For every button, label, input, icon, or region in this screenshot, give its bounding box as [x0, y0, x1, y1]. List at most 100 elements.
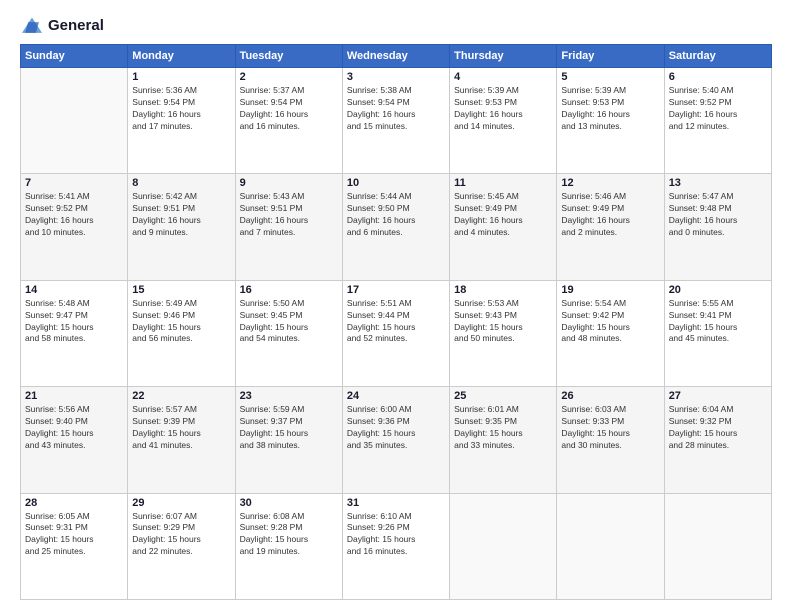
day-info: Sunrise: 5:45 AM Sunset: 9:49 PM Dayligh…: [454, 191, 552, 239]
calendar-cell: 28 Sunrise: 6:05 AM Sunset: 9:31 PM Dayli…: [21, 493, 128, 599]
day-number: 22: [132, 390, 230, 402]
day-info: Sunrise: 5:38 AM Sunset: 9:54 PM Dayligh…: [347, 85, 445, 133]
day-info: Sunrise: 6:05 AM Sunset: 9:31 PM Dayligh…: [25, 511, 123, 559]
day-info: Sunrise: 5:48 AM Sunset: 9:47 PM Dayligh…: [25, 298, 123, 346]
day-number: 26: [561, 390, 659, 402]
day-info: Sunrise: 6:07 AM Sunset: 9:29 PM Dayligh…: [132, 511, 230, 559]
day-info: Sunrise: 6:01 AM Sunset: 9:35 PM Dayligh…: [454, 404, 552, 452]
day-info: Sunrise: 6:03 AM Sunset: 9:33 PM Dayligh…: [561, 404, 659, 452]
day-info: Sunrise: 5:46 AM Sunset: 9:49 PM Dayligh…: [561, 191, 659, 239]
day-number: 18: [454, 284, 552, 296]
calendar-cell: 4 Sunrise: 5:39 AM Sunset: 9:53 PM Daylig…: [450, 68, 557, 174]
day-number: 5: [561, 71, 659, 83]
day-info: Sunrise: 6:10 AM Sunset: 9:26 PM Dayligh…: [347, 511, 445, 559]
calendar-cell: 12 Sunrise: 5:46 AM Sunset: 9:49 PM Dayli…: [557, 174, 664, 280]
day-info: Sunrise: 5:39 AM Sunset: 9:53 PM Dayligh…: [454, 85, 552, 133]
day-number: 13: [669, 177, 767, 189]
calendar-week-row: 28 Sunrise: 6:05 AM Sunset: 9:31 PM Dayli…: [21, 493, 772, 599]
day-number: 10: [347, 177, 445, 189]
day-info: Sunrise: 6:00 AM Sunset: 9:36 PM Dayligh…: [347, 404, 445, 452]
calendar-cell: 18 Sunrise: 5:53 AM Sunset: 9:43 PM Dayli…: [450, 280, 557, 386]
calendar-cell: 27 Sunrise: 6:04 AM Sunset: 9:32 PM Dayli…: [664, 387, 771, 493]
day-number: 28: [25, 497, 123, 509]
day-info: Sunrise: 5:47 AM Sunset: 9:48 PM Dayligh…: [669, 191, 767, 239]
calendar-cell: 30 Sunrise: 6:08 AM Sunset: 9:28 PM Dayli…: [235, 493, 342, 599]
weekday-header: Friday: [557, 45, 664, 68]
day-number: 25: [454, 390, 552, 402]
day-info: Sunrise: 5:56 AM Sunset: 9:40 PM Dayligh…: [25, 404, 123, 452]
calendar-cell: 21 Sunrise: 5:56 AM Sunset: 9:40 PM Dayli…: [21, 387, 128, 493]
calendar-cell: [21, 68, 128, 174]
calendar-cell: 22 Sunrise: 5:57 AM Sunset: 9:39 PM Dayli…: [128, 387, 235, 493]
calendar-header: SundayMondayTuesdayWednesdayThursdayFrid…: [21, 45, 772, 68]
day-number: 8: [132, 177, 230, 189]
day-number: 21: [25, 390, 123, 402]
day-info: Sunrise: 5:54 AM Sunset: 9:42 PM Dayligh…: [561, 298, 659, 346]
day-info: Sunrise: 5:40 AM Sunset: 9:52 PM Dayligh…: [669, 85, 767, 133]
calendar-cell: 16Sunrise: 5:50 AM Sunset: 9:45 PM Dayli…: [235, 280, 342, 386]
calendar-table: SundayMondayTuesdayWednesdayThursdayFrid…: [20, 44, 772, 600]
calendar-cell: 1 Sunrise: 5:36 AM Sunset: 9:54 PM Daylig…: [128, 68, 235, 174]
day-number: 23: [240, 390, 338, 402]
day-number: 3: [347, 71, 445, 83]
weekday-header: Tuesday: [235, 45, 342, 68]
calendar-cell: 19 Sunrise: 5:54 AM Sunset: 9:42 PM Dayli…: [557, 280, 664, 386]
day-number: 29: [132, 497, 230, 509]
day-info: Sunrise: 5:49 AM Sunset: 9:46 PM Dayligh…: [132, 298, 230, 346]
day-number: 27: [669, 390, 767, 402]
weekday-header: Thursday: [450, 45, 557, 68]
day-number: 9: [240, 177, 338, 189]
calendar-week-row: 7Sunrise: 5:41 AM Sunset: 9:52 PM Daylig…: [21, 174, 772, 280]
day-info: Sunrise: 6:08 AM Sunset: 9:28 PM Dayligh…: [240, 511, 338, 559]
calendar-cell: [557, 493, 664, 599]
calendar-body: 1 Sunrise: 5:36 AM Sunset: 9:54 PM Daylig…: [21, 68, 772, 600]
day-info: Sunrise: 5:43 AM Sunset: 9:51 PM Dayligh…: [240, 191, 338, 239]
day-number: 6: [669, 71, 767, 83]
calendar-cell: 29 Sunrise: 6:07 AM Sunset: 9:29 PM Dayli…: [128, 493, 235, 599]
day-info: Sunrise: 5:44 AM Sunset: 9:50 PM Dayligh…: [347, 191, 445, 239]
day-number: 24: [347, 390, 445, 402]
calendar-cell: 11Sunrise: 5:45 AM Sunset: 9:49 PM Dayli…: [450, 174, 557, 280]
calendar-cell: 9 Sunrise: 5:43 AM Sunset: 9:51 PM Daylig…: [235, 174, 342, 280]
weekday-header: Wednesday: [342, 45, 449, 68]
day-number: 31: [347, 497, 445, 509]
calendar-cell: 14 Sunrise: 5:48 AM Sunset: 9:47 PM Dayli…: [21, 280, 128, 386]
calendar-cell: 13 Sunrise: 5:47 AM Sunset: 9:48 PM Dayli…: [664, 174, 771, 280]
day-number: 17: [347, 284, 445, 296]
calendar-week-row: 1 Sunrise: 5:36 AM Sunset: 9:54 PM Daylig…: [21, 68, 772, 174]
calendar-cell: [450, 493, 557, 599]
weekday-header: Sunday: [21, 45, 128, 68]
logo-text: General: [48, 17, 104, 35]
day-number: 14: [25, 284, 123, 296]
logo-icon: [20, 16, 44, 36]
calendar-cell: 25 Sunrise: 6:01 AM Sunset: 9:35 PM Dayli…: [450, 387, 557, 493]
calendar-cell: 24 Sunrise: 6:00 AM Sunset: 9:36 PM Dayli…: [342, 387, 449, 493]
calendar-cell: 3 Sunrise: 5:38 AM Sunset: 9:54 PM Daylig…: [342, 68, 449, 174]
day-info: Sunrise: 5:39 AM Sunset: 9:53 PM Dayligh…: [561, 85, 659, 133]
weekday-header: Saturday: [664, 45, 771, 68]
calendar-cell: 15Sunrise: 5:49 AM Sunset: 9:46 PM Dayli…: [128, 280, 235, 386]
day-number: 30: [240, 497, 338, 509]
calendar-cell: 5 Sunrise: 5:39 AM Sunset: 9:53 PM Daylig…: [557, 68, 664, 174]
day-info: Sunrise: 5:37 AM Sunset: 9:54 PM Dayligh…: [240, 85, 338, 133]
day-number: 1: [132, 71, 230, 83]
header: General: [20, 16, 772, 36]
calendar-cell: 26 Sunrise: 6:03 AM Sunset: 9:33 PM Dayli…: [557, 387, 664, 493]
day-info: Sunrise: 5:53 AM Sunset: 9:43 PM Dayligh…: [454, 298, 552, 346]
day-info: Sunrise: 5:51 AM Sunset: 9:44 PM Dayligh…: [347, 298, 445, 346]
weekday-header: Monday: [128, 45, 235, 68]
day-number: 19: [561, 284, 659, 296]
day-info: Sunrise: 5:57 AM Sunset: 9:39 PM Dayligh…: [132, 404, 230, 452]
day-info: Sunrise: 5:42 AM Sunset: 9:51 PM Dayligh…: [132, 191, 230, 239]
day-info: Sunrise: 5:36 AM Sunset: 9:54 PM Dayligh…: [132, 85, 230, 133]
calendar-cell: 17 Sunrise: 5:51 AM Sunset: 9:44 PM Dayli…: [342, 280, 449, 386]
calendar-cell: 23Sunrise: 5:59 AM Sunset: 9:37 PM Dayli…: [235, 387, 342, 493]
calendar-cell: 2 Sunrise: 5:37 AM Sunset: 9:54 PM Daylig…: [235, 68, 342, 174]
day-number: 12: [561, 177, 659, 189]
day-number: 2: [240, 71, 338, 83]
page: General SundayMondayTuesdayWednesdayThur…: [0, 0, 792, 612]
calendar-week-row: 21 Sunrise: 5:56 AM Sunset: 9:40 PM Dayli…: [21, 387, 772, 493]
day-number: 4: [454, 71, 552, 83]
day-info: Sunrise: 6:04 AM Sunset: 9:32 PM Dayligh…: [669, 404, 767, 452]
logo: General: [20, 16, 104, 36]
